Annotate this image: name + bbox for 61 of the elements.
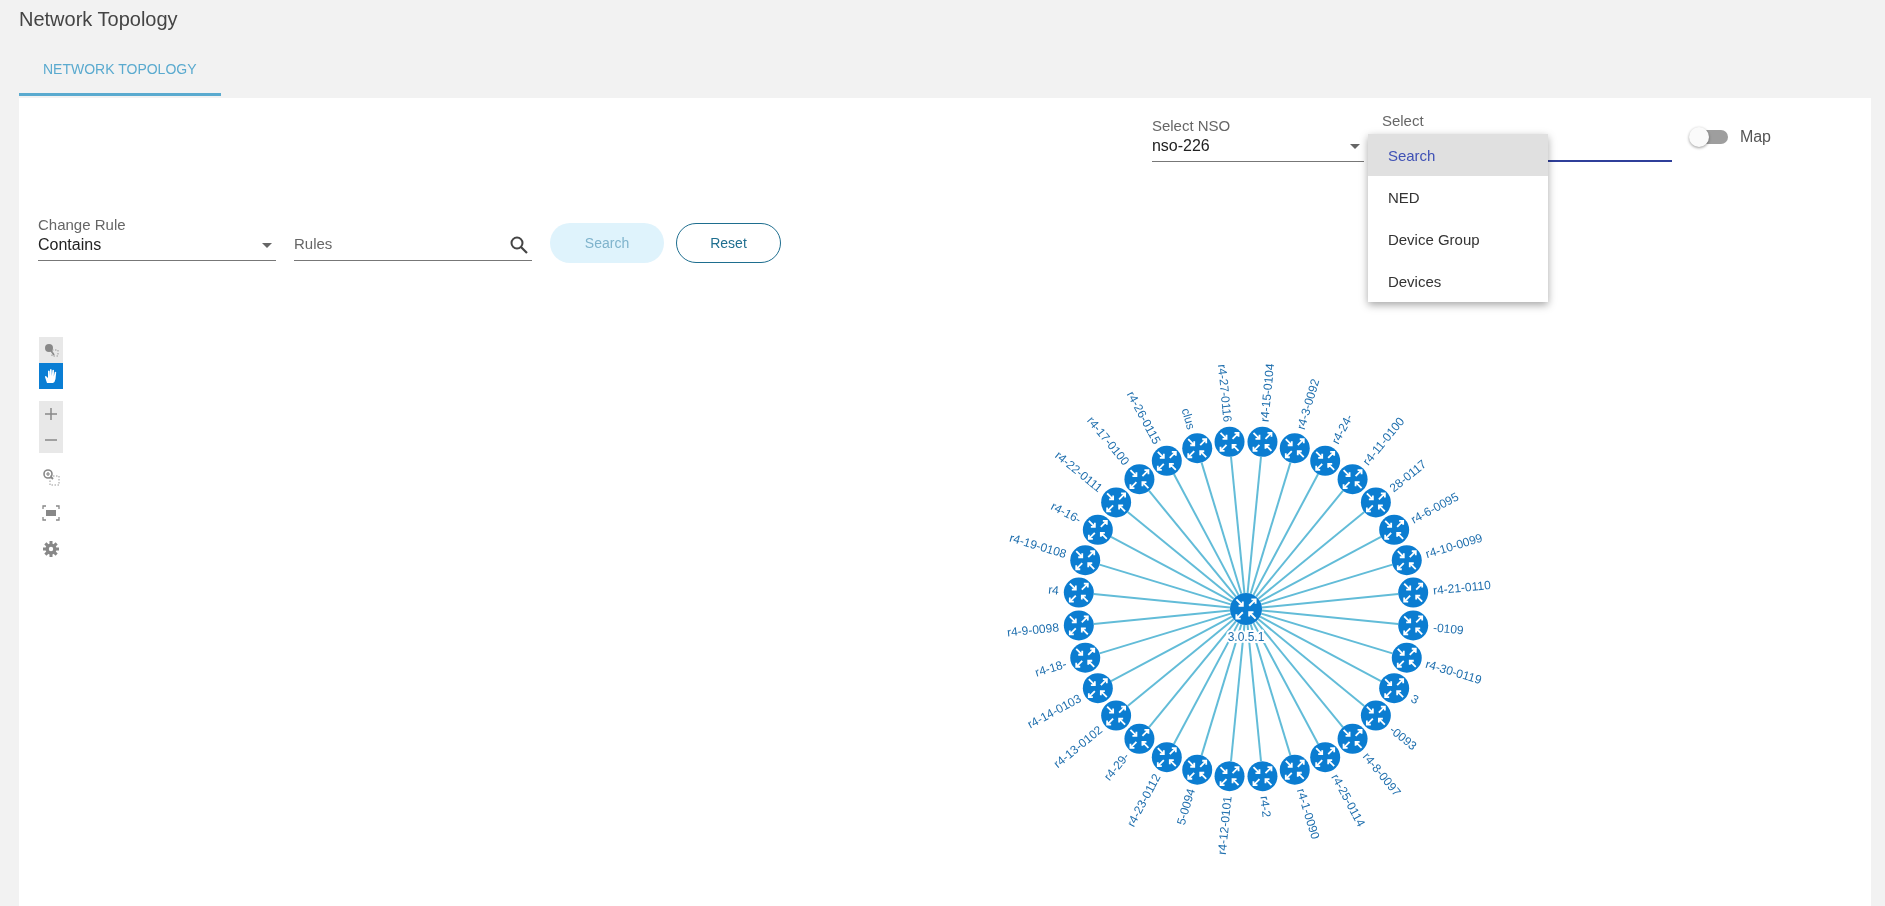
reset-button[interactable]: Reset [676, 223, 781, 263]
router-node-icon[interactable] [1124, 464, 1155, 495]
node-label: clus [1178, 406, 1199, 432]
node-label: r4-16- [1048, 499, 1084, 527]
router-node-icon[interactable] [1379, 514, 1410, 545]
router-node-icon[interactable] [1101, 487, 1132, 518]
node-label: r4-21-0110 [1432, 577, 1492, 598]
toggle-label: Map [1739, 128, 1771, 146]
router-node-icon[interactable] [1391, 545, 1422, 576]
node-label: r4-9-0098 [1006, 620, 1060, 640]
nso-select[interactable]: Select NSO nso-226 [1151, 117, 1364, 162]
router-node-icon[interactable] [1337, 723, 1368, 754]
menu-item[interactable]: NED [1367, 176, 1548, 218]
node-label: 3 [1408, 691, 1421, 707]
router-node-icon[interactable] [1279, 754, 1310, 785]
router-node-icon[interactable] [1082, 514, 1113, 545]
router-node-icon[interactable] [1310, 742, 1341, 773]
router-node-icon[interactable] [1070, 642, 1101, 673]
router-node-icon[interactable] [1063, 577, 1094, 608]
node-label: r4-24- [1328, 411, 1356, 447]
router-node-icon[interactable] [1247, 761, 1278, 792]
router-node-icon[interactable] [1182, 433, 1213, 464]
router-node-icon[interactable] [1337, 464, 1368, 495]
router-node-icon[interactable] [1070, 545, 1101, 576]
router-node-icon[interactable] [1182, 754, 1213, 785]
node-label: 5-0094 [1173, 786, 1199, 827]
router-node-icon[interactable] [1247, 426, 1278, 457]
router-node-icon[interactable] [1398, 610, 1429, 641]
node-label: -0109 [1432, 620, 1465, 638]
hand-icon[interactable] [39, 363, 63, 389]
menu-item[interactable]: Devices [1367, 260, 1548, 302]
change-rule-select[interactable]: Change Rule Contains [38, 216, 276, 261]
map-toggle[interactable] [1691, 130, 1728, 144]
router-node-icon[interactable] [1391, 642, 1422, 673]
search-icon[interactable] [510, 236, 528, 254]
node-label: r4-27-0116 [1214, 363, 1235, 423]
node-label: r4-18- [1033, 656, 1069, 680]
router-node-icon[interactable] [1151, 445, 1182, 476]
router-node-icon[interactable] [1063, 610, 1094, 641]
router-node-icon[interactable] [1082, 673, 1113, 704]
router-node-icon[interactable] [1214, 761, 1245, 792]
router-node-icon[interactable] [1230, 593, 1262, 625]
menu-item[interactable]: Search [1367, 134, 1548, 176]
router-node-icon[interactable] [1360, 487, 1391, 518]
router-node-icon[interactable] [1360, 700, 1391, 731]
router-node-icon[interactable] [1279, 433, 1310, 464]
node-label: r4-2 [1257, 795, 1274, 818]
router-node-icon[interactable] [1398, 577, 1429, 608]
router-node-icon[interactable] [1379, 673, 1410, 704]
caret-icon [262, 242, 272, 248]
router-node-icon[interactable] [1101, 700, 1132, 731]
menu-item[interactable]: Device Group [1367, 218, 1548, 260]
router-node-icon[interactable] [1151, 742, 1182, 773]
router-node-icon[interactable] [1124, 723, 1155, 754]
router-node-icon[interactable] [1310, 445, 1341, 476]
node-label: r4 [1047, 582, 1060, 598]
router-node-icon[interactable] [1214, 426, 1245, 457]
page-title: Network Topology [18, 7, 178, 31]
node-label: r4-15-0104 [1257, 362, 1278, 423]
caret-icon [1349, 143, 1360, 149]
node-label: r4-12-0101 [1214, 795, 1235, 856]
